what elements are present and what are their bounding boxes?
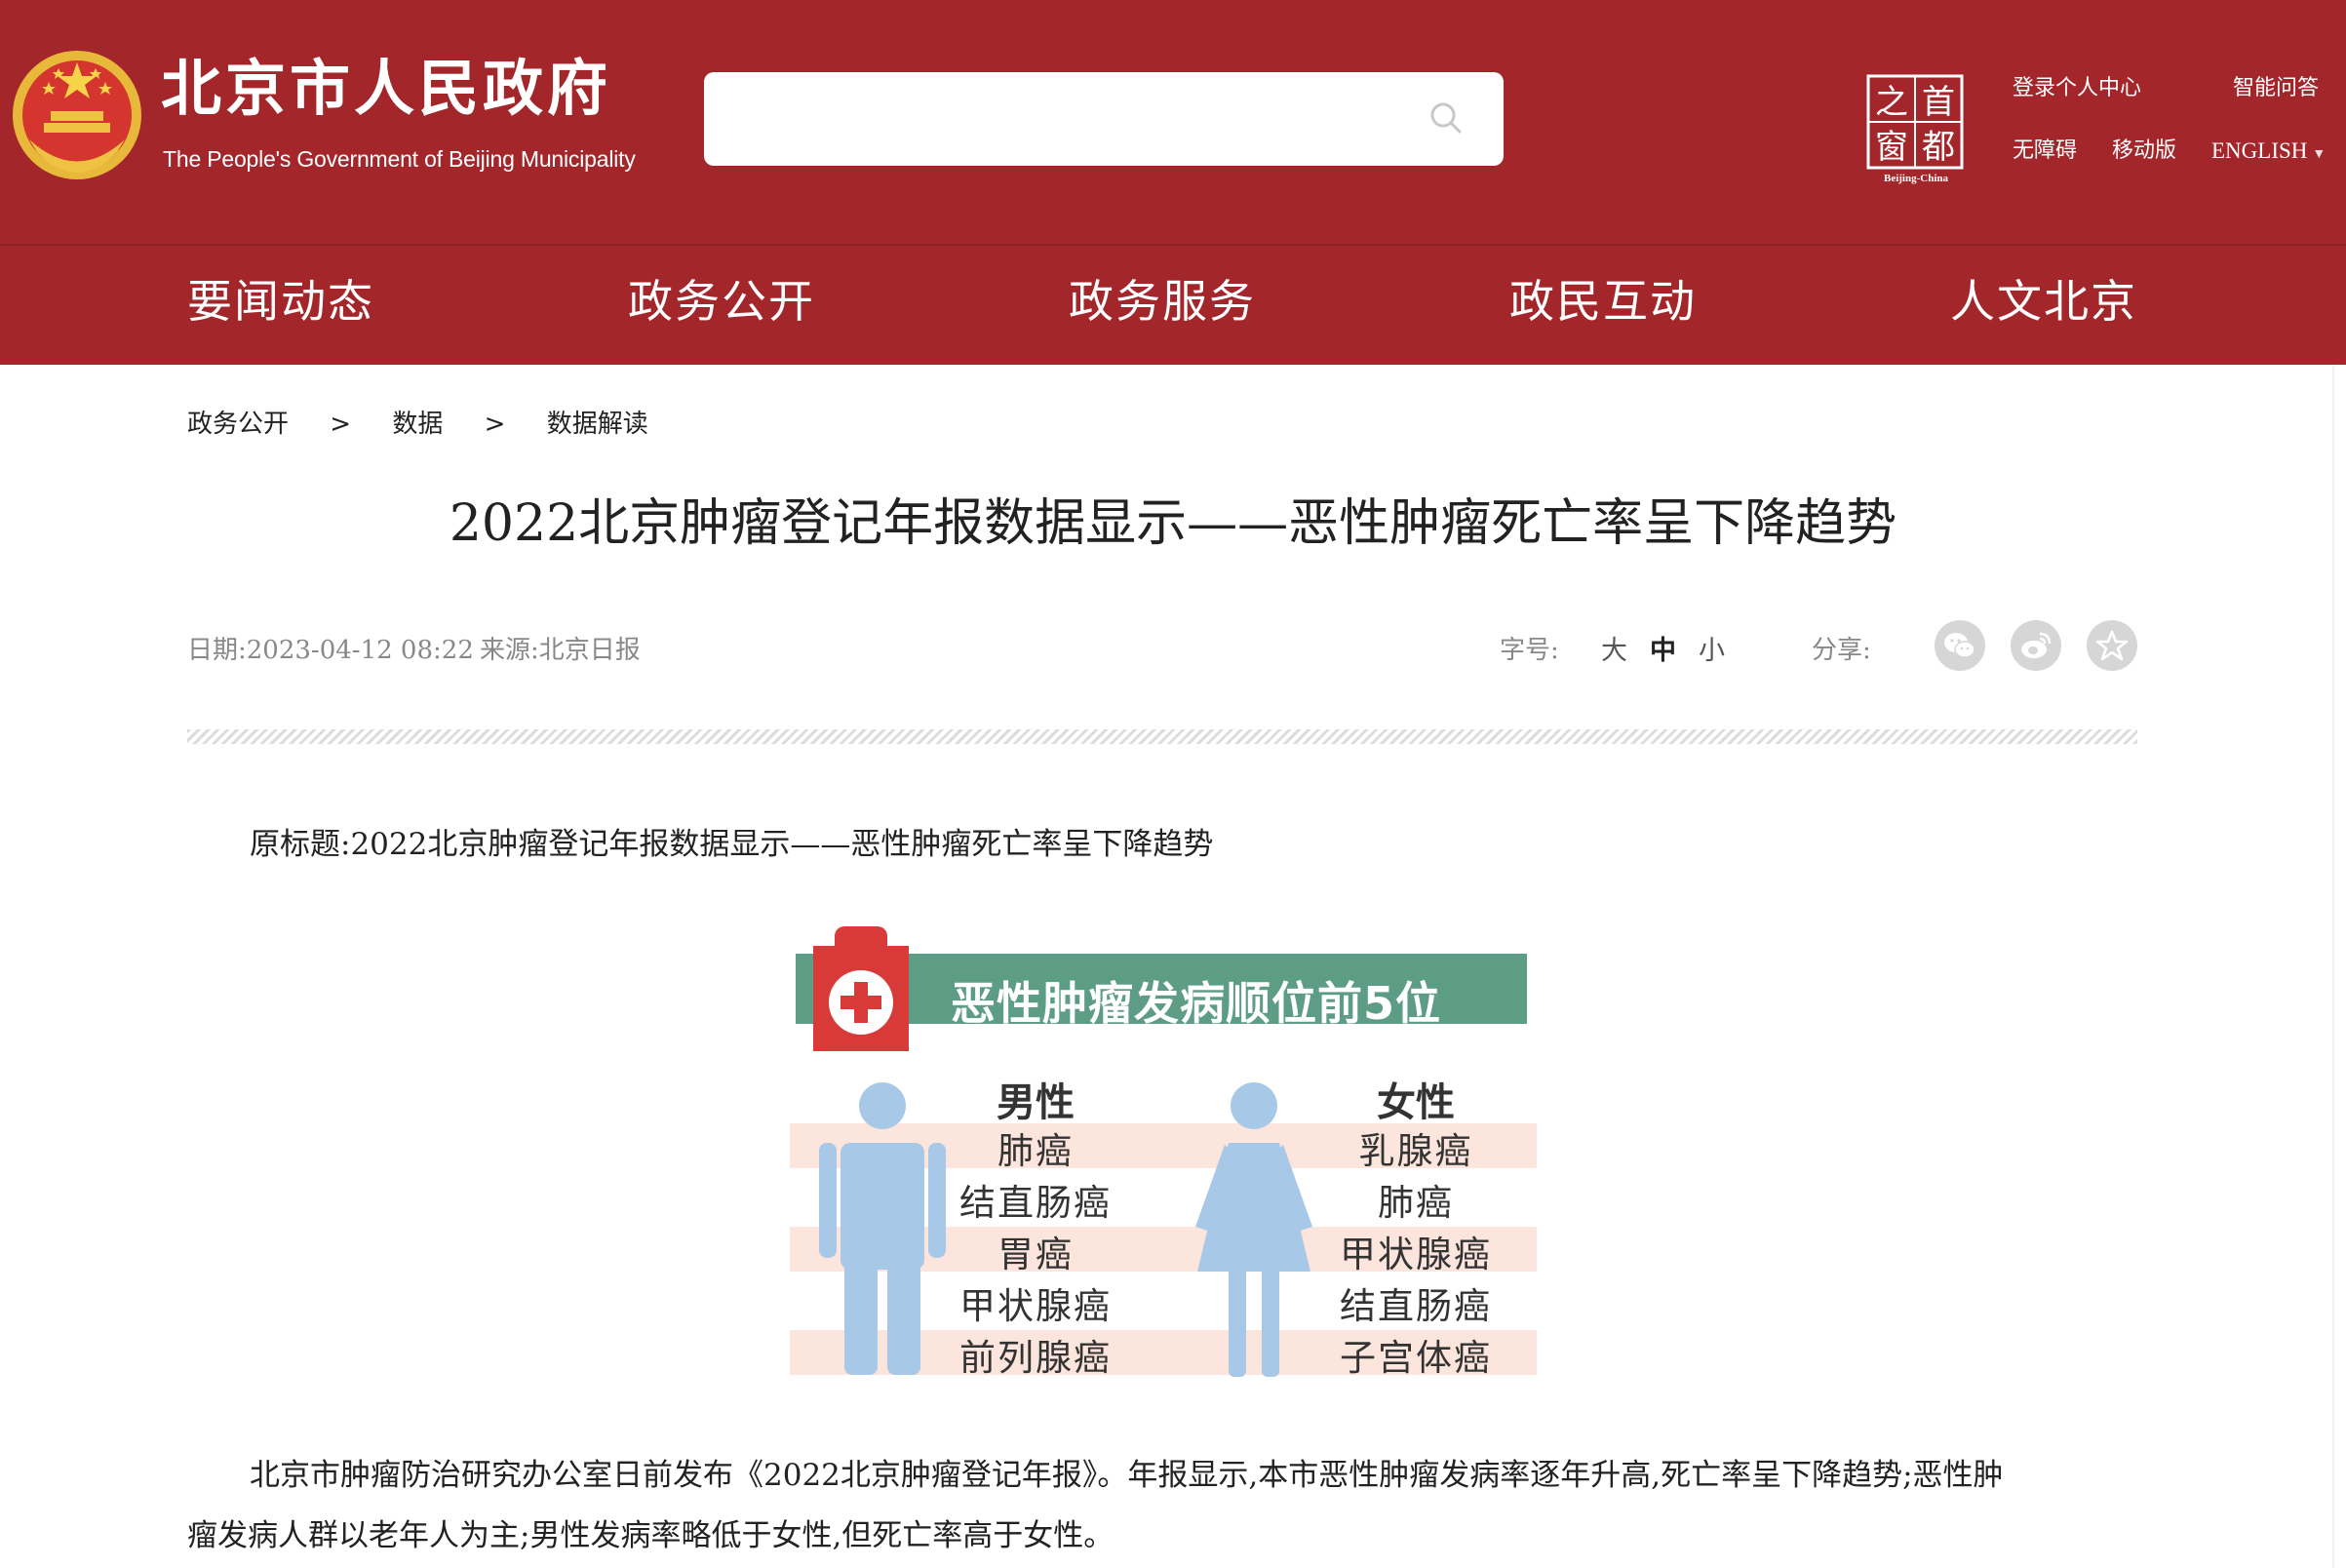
site-title[interactable]: 北京市人民政府 [161, 59, 611, 119]
nav-item-culture[interactable]: 人文北京 [1950, 279, 2137, 324]
wechat-icon [1944, 633, 1975, 658]
chevron-down-icon[interactable]: ▼ [2312, 147, 2326, 162]
female-rank-5: 子宫体癌 [1340, 1337, 1492, 1379]
scrollbar-track[interactable] [2332, 366, 2334, 1568]
share-label: 分享: [1812, 636, 1871, 665]
breadcrumb-separator: > [484, 410, 506, 439]
capital-logo-char: 窗 [1875, 128, 1908, 167]
male-rank-2: 结直肠癌 [959, 1182, 1112, 1224]
female-rank-2: 肺癌 [1378, 1182, 1454, 1224]
article-paragraph-line: 北京市肿瘤防治研究办公室日前发布《2022北京肿瘤登记年报》。年报显示,本市恶性… [250, 1458, 2004, 1493]
male-rank-3: 胃癌 [997, 1234, 1074, 1275]
weibo-icon [2021, 632, 2052, 658]
breadcrumb: 政务公开 > 数据 > 数据解读 [187, 404, 648, 440]
female-rank-3: 甲状腺癌 [1340, 1234, 1492, 1275]
ai-qa-link[interactable]: 智能问答 [2233, 78, 2319, 99]
female-column-header: 女性 [1377, 1080, 1455, 1125]
source-value: 北京日报 [538, 636, 641, 665]
infographic-title: 恶性肿瘤发病顺位前5位 [951, 977, 1442, 1030]
capital-logo-char: 之 [1875, 83, 1908, 122]
article-date: 日期:2023-04-12 08:22 [187, 630, 474, 666]
capital-logo-char: 都 [1922, 128, 1955, 167]
share-wechat-button[interactable] [1935, 620, 1985, 671]
nav-item-news[interactable]: 要闻动态 [187, 279, 374, 324]
female-rank-1: 乳腺癌 [1358, 1130, 1473, 1172]
male-rank-5: 前列腺癌 [959, 1337, 1112, 1379]
male-column-header: 男性 [997, 1080, 1075, 1125]
font-size-label: 字号: [1500, 636, 1559, 665]
favorite-icon [2095, 630, 2129, 661]
capital-logo-char: 首 [1922, 83, 1955, 122]
tumor-ranking-infographic: 恶性肿瘤发病顺位前5位 男性 女性 肺癌 结直肠癌 胃癌 甲状腺癌 前列腺癌 乳… [790, 921, 1537, 1379]
search-icon[interactable] [1429, 101, 1463, 135]
male-rank-4: 甲状腺癌 [959, 1285, 1112, 1327]
article-divider [187, 729, 2137, 744]
search-input[interactable] [704, 72, 1504, 166]
mobile-link[interactable]: 移动版 [2112, 140, 2176, 162]
date-label: 日期: [187, 636, 247, 665]
nav-item-interaction[interactable]: 政民互动 [1509, 279, 1697, 324]
site-subtitle[interactable]: The People's Government of Beijing Munic… [163, 146, 636, 173]
breadcrumb-item-open-government[interactable]: 政务公开 [187, 404, 289, 440]
capital-logo-caption: Beijing-China [1884, 173, 1949, 184]
medical-cross-icon [813, 926, 909, 1051]
article-title: 2022北京肿瘤登记年报数据显示——恶性肿瘤死亡率呈下降趋势 [449, 494, 1897, 553]
login-link[interactable]: 登录个人中心 [2013, 78, 2141, 99]
male-rank-1: 肺癌 [997, 1130, 1074, 1172]
share-weibo-button[interactable] [2011, 620, 2061, 671]
article-paragraph-line: 瘤发病人群以老年人为主;男性发病率略低于女性,但死亡率高于女性。 [187, 1518, 1114, 1553]
font-size-large-button[interactable]: 大 [1601, 629, 1627, 667]
english-link[interactable]: ENGLISH ▼ [2211, 139, 2326, 162]
female-rank-4: 结直肠癌 [1340, 1285, 1492, 1327]
english-label[interactable]: ENGLISH [2211, 138, 2307, 163]
nav-item-services[interactable]: 政务服务 [1069, 279, 1256, 324]
accessibility-link[interactable]: 无障碍 [2013, 140, 2077, 162]
source-label: 来源: [480, 636, 539, 665]
breadcrumb-item-data-interpretation[interactable]: 数据解读 [547, 404, 648, 440]
national-emblem-icon[interactable] [10, 47, 144, 185]
breadcrumb-separator: > [330, 410, 352, 439]
date-value: 2023-04-12 08:22 [246, 636, 474, 665]
font-size-medium-button[interactable]: 中 [1650, 629, 1676, 667]
article-source: 来源:北京日报 [480, 630, 641, 666]
share-favorite-button[interactable] [2087, 620, 2137, 671]
capital-window-logo[interactable]: 之 首 窗 都 Beijing-China [1864, 72, 1972, 187]
breadcrumb-item-data[interactable]: 数据 [392, 404, 443, 440]
font-size-small-button[interactable]: 小 [1699, 629, 1725, 667]
original-title: 原标题:2022北京肿瘤登记年报数据显示——恶性肿瘤死亡率呈下降趋势 [250, 827, 1214, 862]
nav-item-open-government[interactable]: 政务公开 [628, 279, 815, 324]
